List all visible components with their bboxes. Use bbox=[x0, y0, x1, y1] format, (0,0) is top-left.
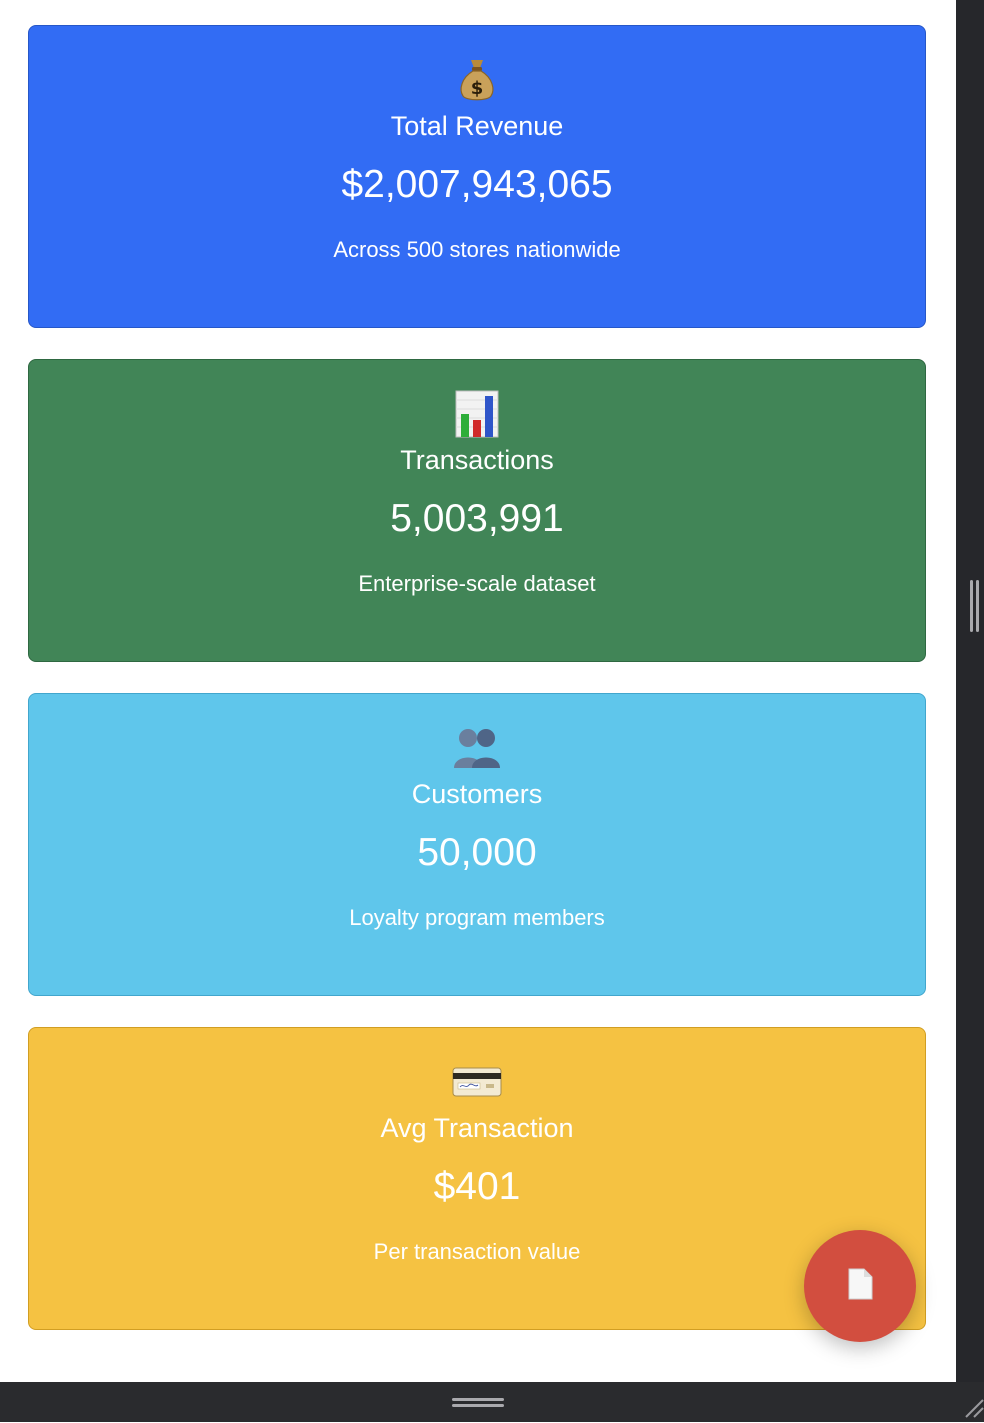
svg-text:$: $ bbox=[471, 78, 484, 99]
credit-card-icon bbox=[29, 1058, 925, 1106]
card-subtitle: Across 500 stores nationwide bbox=[333, 237, 621, 262]
window-resize-corner-icon[interactable] bbox=[962, 1396, 984, 1418]
document-icon bbox=[846, 1268, 874, 1305]
bar-chart-icon bbox=[29, 390, 925, 438]
card-title: Total Revenue bbox=[390, 111, 564, 141]
card-value: $401 bbox=[433, 1165, 521, 1208]
export-report-button[interactable] bbox=[804, 1230, 916, 1342]
kpi-card-customers: Customers 50,000 Loyalty program members bbox=[28, 693, 926, 996]
busts-in-silhouette-icon bbox=[29, 724, 925, 772]
card-value: 50,000 bbox=[417, 831, 537, 874]
kpi-card-total-revenue: $ Total Revenue $2,007,943,065 Across 50… bbox=[28, 25, 926, 328]
money-bag-icon: $ bbox=[29, 56, 925, 104]
card-subtitle: Enterprise-scale dataset bbox=[358, 571, 596, 596]
dashboard-viewport: $ Total Revenue $2,007,943,065 Across 50… bbox=[0, 0, 956, 1382]
card-value: 5,003,991 bbox=[390, 497, 564, 540]
side-panel-divider bbox=[956, 0, 984, 1382]
vertical-resize-handle[interactable] bbox=[970, 580, 980, 632]
horizontal-resize-handle[interactable] bbox=[452, 1398, 504, 1408]
card-title: Transactions bbox=[400, 445, 554, 475]
card-title: Avg Transaction bbox=[380, 1113, 574, 1143]
card-value: $2,007,943,065 bbox=[341, 163, 613, 206]
card-subtitle: Loyalty program members bbox=[349, 905, 605, 930]
kpi-card-avg-transaction: Avg Transaction $401 Per transaction val… bbox=[28, 1027, 926, 1330]
card-subtitle: Per transaction value bbox=[373, 1239, 581, 1264]
card-title: Customers bbox=[411, 779, 543, 809]
kpi-card-transactions: Transactions 5,003,991 Enterprise-scale … bbox=[28, 359, 926, 662]
